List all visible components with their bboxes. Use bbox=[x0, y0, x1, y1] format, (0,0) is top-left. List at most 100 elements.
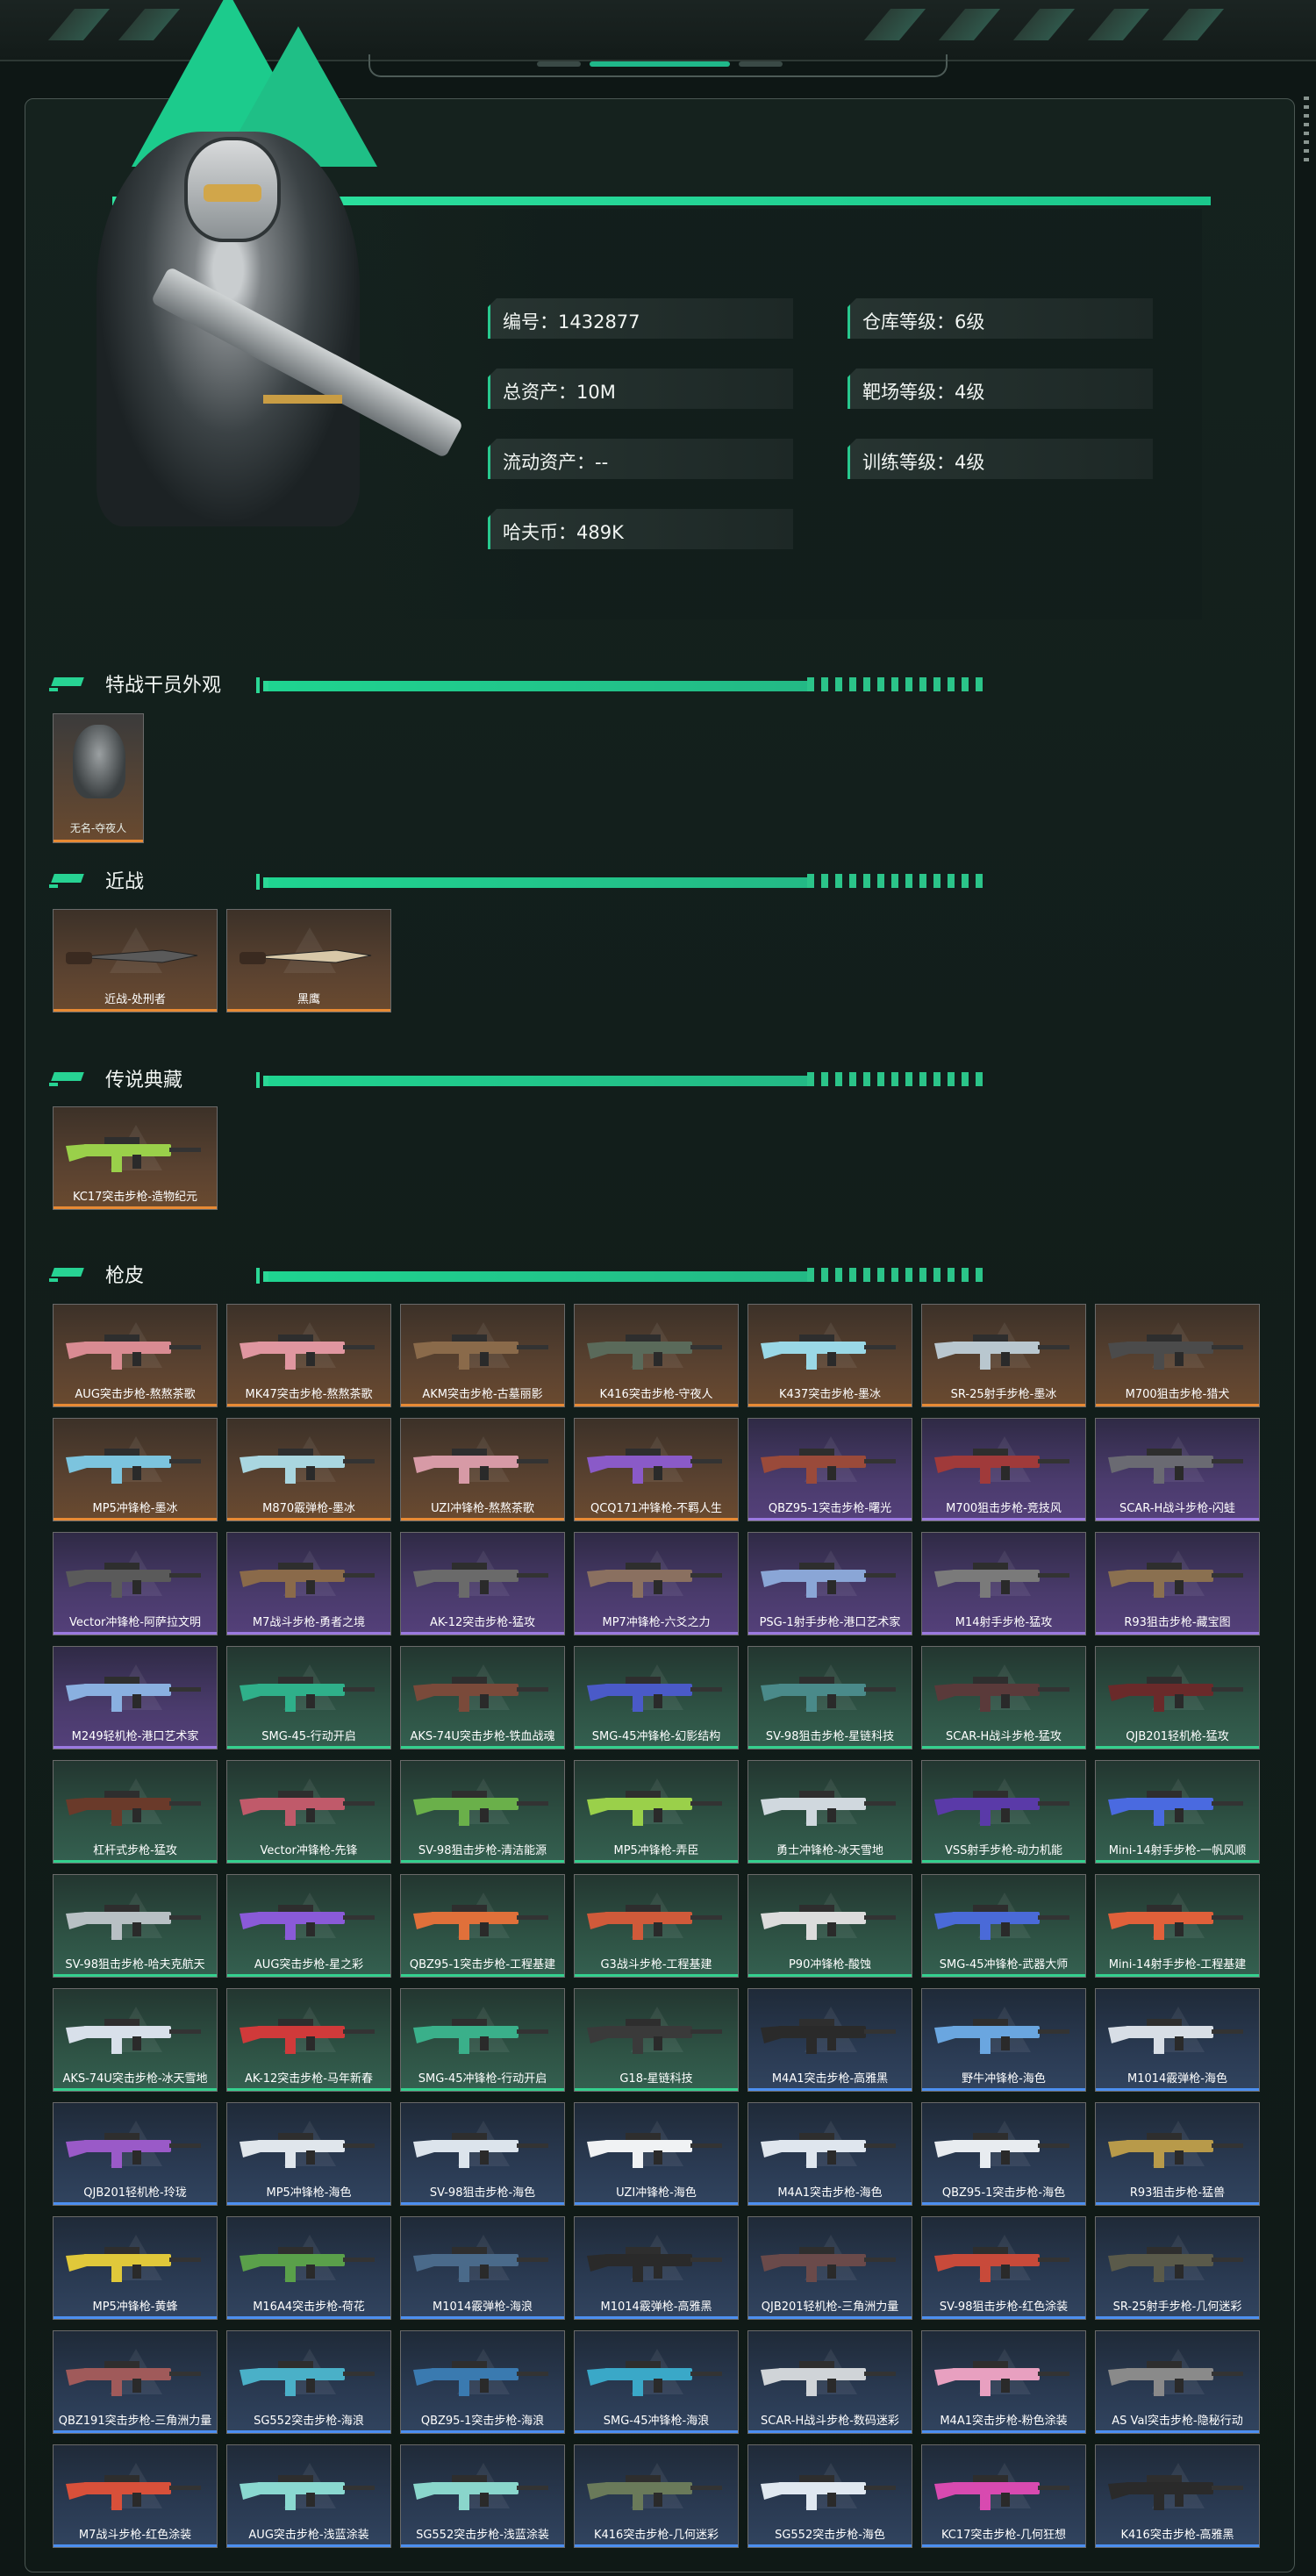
weapon-image bbox=[761, 1335, 896, 1370]
weapon-skin-card[interactable]: SR-25射手步枪-几何迷彩 bbox=[1095, 2216, 1260, 2320]
weapon-skin-card[interactable]: SV-98狙击步枪-红色涂装 bbox=[921, 2216, 1086, 2320]
weapon-skin-card[interactable]: MK47突击步枪-熬熬茶歌 bbox=[226, 1304, 391, 1407]
weapon-skin-card[interactable]: 勇士冲锋枪-冰天雪地 bbox=[747, 1760, 912, 1864]
weapon-skin-card[interactable]: SCAR-H战斗步枪-闪蛙 bbox=[1095, 1418, 1260, 1521]
weapon-skin-card[interactable]: MP5冲锋枪-墨冰 bbox=[53, 1418, 218, 1521]
weapon-skin-card[interactable]: QBZ95-1突击步枪-工程基建 bbox=[400, 1874, 565, 1978]
weapon-skin-card[interactable]: KC17突击步枪-造物纪元 bbox=[53, 1106, 218, 1210]
weapon-skin-label: VSS射手步枪-动力机能 bbox=[944, 1844, 1063, 1857]
weapon-skin-card[interactable]: SV-98狙击步枪-哈夫克航天 bbox=[53, 1874, 218, 1978]
weapon-skin-card[interactable]: SR-25射手步枪-墨冰 bbox=[921, 1304, 1086, 1407]
scrollbar[interactable] bbox=[1304, 97, 1309, 167]
weapon-skin-label: SCAR-H战斗步枪-数码迷彩 bbox=[761, 2415, 899, 2428]
weapon-skin-card[interactable]: QCQ171冲锋枪-不羁人生 bbox=[574, 1418, 739, 1521]
weapon-skin-card[interactable]: SMG-45冲锋枪-海浪 bbox=[574, 2330, 739, 2434]
weapon-skin-card[interactable]: SMG-45冲锋枪-行动开启 bbox=[400, 1988, 565, 2092]
weapon-skin-card[interactable]: 杠杆式步枪-猛攻 bbox=[53, 1760, 218, 1864]
weapon-skin-label: UZI冲锋枪-熬熬茶歌 bbox=[431, 1502, 534, 1515]
weapon-skin-label: G3战斗步枪-工程基建 bbox=[600, 1958, 712, 1971]
weapon-skin-card[interactable]: KC17突击步枪-几何狂想 bbox=[921, 2444, 1086, 2548]
weapon-skin-card[interactable]: Vector冲锋枪-先锋 bbox=[226, 1760, 391, 1864]
weapon-skin-card[interactable]: R93狙击步枪-猛兽 bbox=[1095, 2102, 1260, 2206]
weapon-skin-card[interactable]: P90冲锋枪-酸蚀 bbox=[747, 1874, 912, 1978]
weapon-skin-card[interactable]: SG552突击步枪-海色 bbox=[747, 2444, 912, 2548]
weapon-image bbox=[413, 1335, 548, 1370]
weapon-skin-card[interactable]: MP7冲锋枪-六爻之力 bbox=[574, 1532, 739, 1635]
weapon-skin-card[interactable]: SCAR-H战斗步枪-数码迷彩 bbox=[747, 2330, 912, 2434]
weapon-skin-card[interactable]: M870霰弹枪-墨冰 bbox=[226, 1418, 391, 1521]
weapon-skin-card[interactable]: SG552突击步枪-海浪 bbox=[226, 2330, 391, 2434]
weapon-skin-card[interactable]: M7战斗步枪-红色涂装 bbox=[53, 2444, 218, 2548]
weapon-skin-card[interactable]: G18-星链科技 bbox=[574, 1988, 739, 2092]
weapon-skin-card[interactable]: 野牛冲锋枪-海色 bbox=[921, 1988, 1086, 2092]
weapon-skin-card[interactable]: UZI冲锋枪-熬熬茶歌 bbox=[400, 1418, 565, 1521]
weapon-image bbox=[587, 1563, 722, 1598]
weapon-skin-card[interactable]: K416突击步枪-守夜人 bbox=[574, 1304, 739, 1407]
weapon-skin-card[interactable]: MP5冲锋枪-黄蜂 bbox=[53, 2216, 218, 2320]
weapon-skin-card[interactable]: M16A4突击步枪-荷花 bbox=[226, 2216, 391, 2320]
weapon-skin-label: M1014霰弹枪-海浪 bbox=[433, 2301, 533, 2314]
weapon-skin-card[interactable]: K437突击步枪-墨冰 bbox=[747, 1304, 912, 1407]
weapon-skin-card[interactable]: M4A1突击步枪-高雅黑 bbox=[747, 1988, 912, 2092]
weapon-skin-label: SMG-45冲锋枪-行动开启 bbox=[418, 2072, 547, 2086]
weapon-skin-card[interactable]: AUG突击步枪-熬熬茶歌 bbox=[53, 1304, 218, 1407]
weapon-skin-card[interactable]: MP5冲锋枪-弄臣 bbox=[574, 1760, 739, 1864]
weapon-skin-card[interactable]: QBZ95-1突击步枪-海色 bbox=[921, 2102, 1086, 2206]
weapon-skin-card[interactable]: QBZ95-1突击步枪-曙光 bbox=[747, 1418, 912, 1521]
weapon-skin-card[interactable]: SV-98狙击步枪-清洁能源 bbox=[400, 1760, 565, 1864]
weapon-image bbox=[934, 2019, 1069, 2054]
weapon-skin-card[interactable]: SV-98狙击步枪-海色 bbox=[400, 2102, 565, 2206]
weapon-skin-card[interactable]: SCAR-H战斗步枪-猛攻 bbox=[921, 1646, 1086, 1750]
weapon-skin-card[interactable]: SMG-45冲锋枪-武器大师 bbox=[921, 1874, 1086, 1978]
weapon-image bbox=[934, 1335, 1069, 1370]
weapon-skin-card[interactable]: UZI冲锋枪-海色 bbox=[574, 2102, 739, 2206]
weapon-skin-card[interactable]: M249轻机枪-港口艺术家 bbox=[53, 1646, 218, 1750]
weapon-skin-card[interactable]: SMG-45-行动开启 bbox=[226, 1646, 391, 1750]
weapon-skin-card[interactable]: Vector冲锋枪-阿萨拉文明 bbox=[53, 1532, 218, 1635]
weapon-skin-card[interactable]: AUG突击步枪-浅蓝涂装 bbox=[226, 2444, 391, 2548]
weapon-skin-card[interactable]: 近战-处刑者 bbox=[53, 909, 218, 1013]
weapon-skin-card[interactable]: QBZ95-1突击步枪-海浪 bbox=[400, 2330, 565, 2434]
stat-havcoin: 哈夫币：489K bbox=[488, 509, 793, 549]
weapon-skin-card[interactable]: 黑鹰 bbox=[226, 909, 391, 1013]
weapon-skin-card[interactable]: AUG突击步枪-星之彩 bbox=[226, 1874, 391, 1978]
weapon-skin-card[interactable]: PSG-1射手步枪-港口艺术家 bbox=[747, 1532, 912, 1635]
weapon-skin-card[interactable]: M4A1突击步枪-粉色涂装 bbox=[921, 2330, 1086, 2434]
weapon-skin-card[interactable]: M700狙击步枪-竞技风 bbox=[921, 1418, 1086, 1521]
weapon-skin-card[interactable]: SG552突击步枪-浅蓝涂装 bbox=[400, 2444, 565, 2548]
weapon-skin-card[interactable]: VSS射手步枪-动力机能 bbox=[921, 1760, 1086, 1864]
weapon-skin-card[interactable]: M7战斗步枪-勇者之境 bbox=[226, 1532, 391, 1635]
weapon-skin-card[interactable]: AK-12突击步枪-马年新春 bbox=[226, 1988, 391, 2092]
weapon-skin-card[interactable]: K416突击步枪-几何迷彩 bbox=[574, 2444, 739, 2548]
weapon-skin-label: QCQ171冲锋枪-不羁人生 bbox=[590, 1502, 723, 1515]
weapon-skin-card[interactable]: AKS-74U突击步枪-铁血战魂 bbox=[400, 1646, 565, 1750]
weapon-skin-card[interactable]: MP5冲锋枪-海色 bbox=[226, 2102, 391, 2206]
weapon-skin-card[interactable]: AK-12突击步枪-猛攻 bbox=[400, 1532, 565, 1635]
weapon-skin-card[interactable]: M1014霰弹枪-海色 bbox=[1095, 1988, 1260, 2092]
operator-skin-label: 无名-夺夜人 bbox=[69, 822, 127, 834]
weapon-image bbox=[66, 1335, 201, 1370]
weapon-skin-card[interactable]: M700狙击步枪-猎犬 bbox=[1095, 1304, 1260, 1407]
weapon-image bbox=[66, 1563, 201, 1598]
weapon-skin-card[interactable]: M14射手步枪-猛攻 bbox=[921, 1532, 1086, 1635]
weapon-skin-card[interactable]: K416突击步枪-高雅黑 bbox=[1095, 2444, 1260, 2548]
weapon-skin-card[interactable]: M4A1突击步枪-海色 bbox=[747, 2102, 912, 2206]
weapon-skin-card[interactable]: R93狙击步枪-藏宝图 bbox=[1095, 1532, 1260, 1635]
weapon-skin-card[interactable]: G3战斗步枪-工程基建 bbox=[574, 1874, 739, 1978]
weapon-image bbox=[761, 2247, 896, 2282]
operator-skin-card[interactable]: 无名-夺夜人 bbox=[53, 713, 144, 843]
weapon-skin-card[interactable]: SV-98狙击步枪-星链科技 bbox=[747, 1646, 912, 1750]
weapon-skin-card[interactable]: M1014霰弹枪-海浪 bbox=[400, 2216, 565, 2320]
weapon-skin-card[interactable]: M1014霰弹枪-高雅黑 bbox=[574, 2216, 739, 2320]
weapon-skin-card[interactable]: AS Val突击步枪-隐秘行动 bbox=[1095, 2330, 1260, 2434]
weapon-skin-card[interactable]: Mini-14射手步枪-工程基建 bbox=[1095, 1874, 1260, 1978]
weapon-skin-card[interactable]: SMG-45冲锋枪-幻影结构 bbox=[574, 1646, 739, 1750]
weapon-skin-card[interactable]: QJB201轻机枪-玲珑 bbox=[53, 2102, 218, 2206]
weapon-skin-card[interactable]: Mini-14射手步枪-一帆风顺 bbox=[1095, 1760, 1260, 1864]
weapon-skin-card[interactable]: QBZ191突击步枪-三角洲力量 bbox=[53, 2330, 218, 2434]
weapon-skin-card[interactable]: QJB201轻机枪-猛攻 bbox=[1095, 1646, 1260, 1750]
weapon-skin-label: Mini-14射手步枪-工程基建 bbox=[1108, 1958, 1247, 1971]
weapon-skin-card[interactable]: QJB201轻机枪-三角洲力量 bbox=[747, 2216, 912, 2320]
weapon-skin-card[interactable]: AKM突击步枪-古墓丽影 bbox=[400, 1304, 565, 1407]
weapon-skin-card[interactable]: AKS-74U突击步枪-冰天雪地 bbox=[53, 1988, 218, 2092]
